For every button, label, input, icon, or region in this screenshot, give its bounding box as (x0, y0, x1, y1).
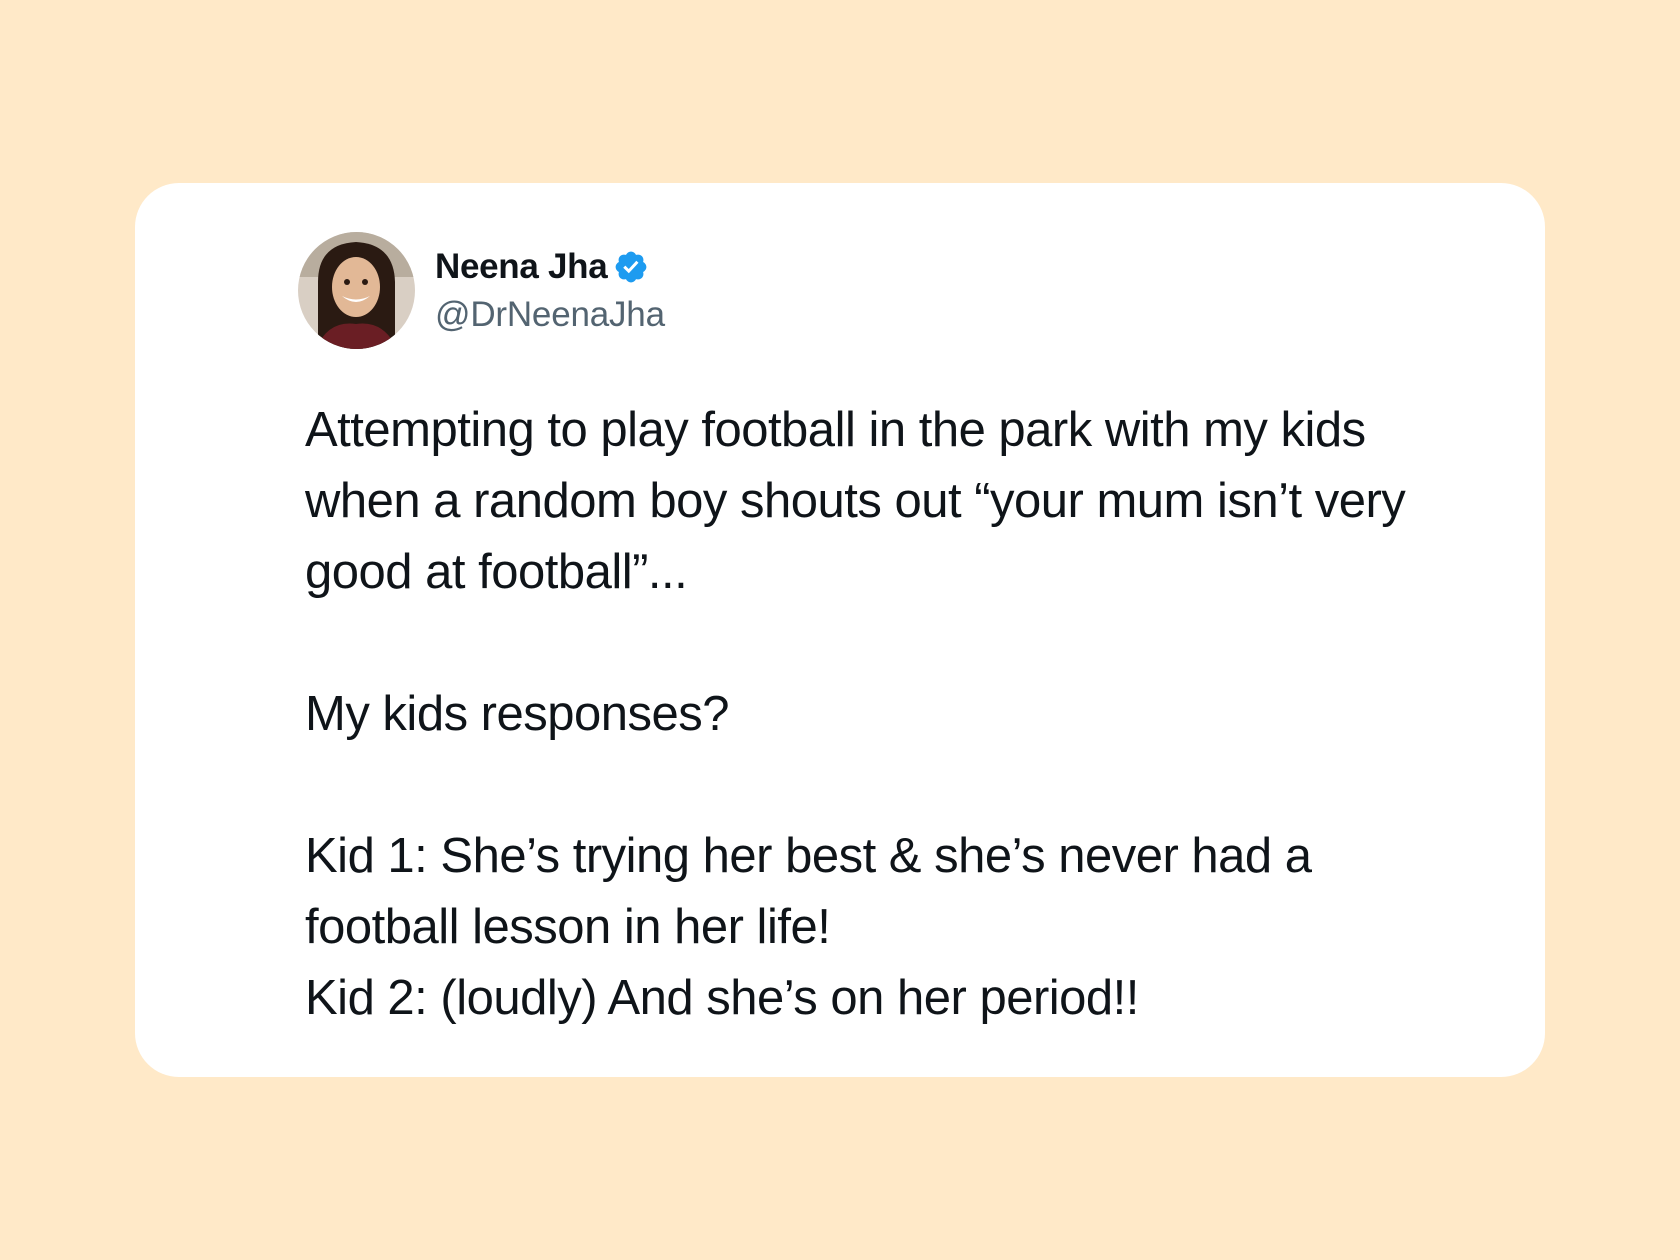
tweet-paragraph: Kid 1: She’s trying her best & she’s nev… (305, 829, 1312, 954)
tweet-paragraph: Attempting to play football in the park … (305, 403, 1406, 599)
author-handle[interactable]: @DrNeenaJha (435, 295, 665, 335)
avatar-image (298, 232, 415, 349)
display-name[interactable]: Neena Jha (435, 247, 608, 287)
tweet-card: Neena Jha @DrNeenaJha Attempting to play… (135, 183, 1545, 1077)
verified-badge-icon (613, 249, 649, 285)
tweet-header: Neena Jha @DrNeenaJha (298, 232, 665, 349)
tweet-paragraph: Kid 2: (loudly) And she’s on her period!… (305, 971, 1139, 1025)
avatar[interactable] (298, 232, 415, 349)
name-row: Neena Jha (435, 247, 665, 287)
author-block: Neena Jha @DrNeenaJha (435, 247, 665, 335)
tweet-paragraph: My kids responses? (305, 687, 730, 741)
tweet-text: Attempting to play football in the park … (305, 395, 1445, 1034)
